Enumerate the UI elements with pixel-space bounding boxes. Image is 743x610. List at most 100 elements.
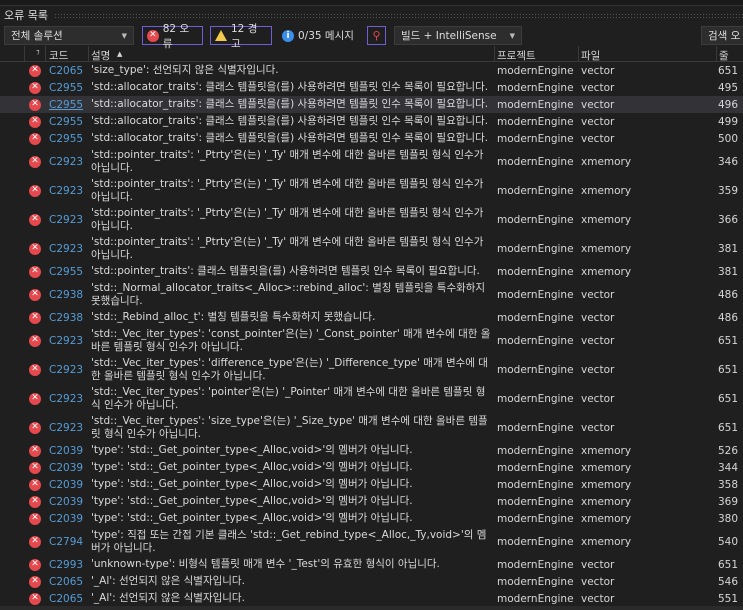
error-code-link[interactable]: C2039 — [49, 445, 83, 457]
line-cell: 500 — [717, 132, 738, 145]
scope-label: 전체 솔루션 — [11, 30, 63, 42]
file-cell: xmemory — [581, 265, 632, 278]
file-cell: vector — [581, 363, 615, 376]
column-divider[interactable] — [716, 46, 717, 62]
error-description: 'std::_Rebind_alloc_t': 별칭 템플릿을 특수화하지 못했… — [91, 311, 376, 323]
error-code-link[interactable]: C2039 — [49, 496, 83, 508]
line-cell: 499 — [717, 115, 738, 128]
search-input[interactable]: 검색 오 — [701, 26, 743, 45]
build-filter-dropdown[interactable]: 빌드 + IntelliSense ▼ — [394, 26, 522, 45]
line-cell: 551 — [717, 592, 738, 605]
project-cell: modernEngine — [497, 461, 574, 474]
table-row[interactable]: ✕ C2923 'std::_Vec_iter_types': 'size_ty… — [0, 413, 743, 442]
error-code-link[interactable]: C2039 — [49, 462, 83, 474]
error-code-link[interactable]: C2065 — [49, 593, 83, 605]
table-row[interactable]: ✕ C2955 'std::allocator_traits': 클래스 템플릿… — [0, 130, 743, 147]
sort-marker-icon[interactable]: ⁊ — [36, 48, 39, 56]
table-row[interactable]: ✕ C2938 'std::_Rebind_alloc_t': 별칭 템플릿을 … — [0, 309, 743, 326]
error-code-link[interactable]: C2794 — [49, 536, 83, 548]
project-cell: modernEngine — [497, 184, 574, 197]
table-row[interactable]: ✕ C2794 'type': 직접 또는 간접 기본 클래스 'std::_G… — [0, 527, 743, 556]
drag-grip[interactable] — [53, 12, 743, 18]
project-cell: modernEngine — [497, 535, 574, 548]
error-icon: ✕ — [29, 535, 41, 548]
table-row[interactable]: ✕ C2923 'std::pointer_traits': '_Ptrty'은… — [0, 176, 743, 205]
table-row[interactable]: ✕ C2955 'std::pointer_traits': 클래스 템플릿을(… — [0, 263, 743, 280]
table-row[interactable]: ✕ C2039 'type': 'std::_Get_pointer_type<… — [0, 493, 743, 510]
messages-filter-button[interactable]: i 0/35 메시지 — [282, 26, 354, 45]
column-divider[interactable] — [24, 46, 25, 62]
column-description[interactable]: 설명 — [91, 48, 110, 63]
error-code-link[interactable]: C2955 — [49, 82, 83, 94]
error-icon: ✕ — [29, 421, 41, 434]
error-code-link[interactable]: C2923 — [49, 243, 83, 255]
file-cell: vector — [581, 132, 615, 145]
error-code-link[interactable]: C2923 — [49, 393, 83, 405]
error-code-link[interactable]: C2938 — [49, 312, 83, 324]
error-code-link[interactable]: C2993 — [49, 559, 83, 571]
table-row[interactable]: ✕ C2923 'std::pointer_traits': '_Ptrty'은… — [0, 205, 743, 234]
file-cell: vector — [581, 64, 615, 77]
project-cell: modernEngine — [497, 64, 574, 77]
table-row[interactable]: ✕ C2039 'type': 'std::_Get_pointer_type<… — [0, 442, 743, 459]
column-code[interactable]: 코드 — [49, 48, 68, 63]
error-code-link[interactable]: C2938 — [49, 289, 83, 301]
project-cell: modernEngine — [497, 575, 574, 588]
table-row[interactable]: ✕ C2993 'unknown-type': 비형식 템플릿 매개 변수 '_… — [0, 556, 743, 573]
error-code-link[interactable]: C2065 — [49, 576, 83, 588]
error-icon: ✕ — [29, 495, 41, 508]
error-code-link[interactable]: C2923 — [49, 335, 83, 347]
table-row[interactable]: ✕ C2923 'std::_Vec_iter_types': 'pointer… — [0, 384, 743, 413]
column-file[interactable]: 파일 — [581, 48, 600, 63]
error-code-link[interactable]: C2065 — [49, 65, 83, 77]
line-cell: 526 — [717, 444, 738, 457]
column-divider[interactable] — [578, 46, 579, 62]
warning-icon — [215, 30, 227, 41]
warnings-filter-button[interactable]: 12 경고 — [210, 23, 272, 50]
project-cell: modernEngine — [497, 98, 574, 111]
error-code-link[interactable]: C2955 — [49, 266, 83, 278]
top-edge — [0, 0, 743, 6]
project-cell: modernEngine — [497, 421, 574, 434]
toolbar: 전체 솔루션 ▼ ✕ 82 오류 12 경고 i 0/35 메시지 ⚲ 빌드 + In… — [0, 23, 743, 50]
table-row[interactable]: ✕ C2955 'std::allocator_traits': 클래스 템플릿… — [0, 113, 743, 130]
column-divider[interactable] — [45, 46, 46, 62]
error-code-link[interactable]: C2039 — [49, 479, 83, 491]
error-code-link[interactable]: C2923 — [49, 214, 83, 226]
table-row[interactable]: ✕ C2923 'std::pointer_traits': '_Ptrty'은… — [0, 234, 743, 263]
column-project[interactable]: 프로젝트 — [497, 48, 536, 63]
column-line[interactable]: 줄 — [719, 48, 729, 63]
table-row[interactable]: ✕ C2039 'type': 'std::_Get_pointer_type<… — [0, 476, 743, 493]
filter-button[interactable]: ⚲ — [367, 26, 386, 45]
error-description: 'std::allocator_traits': 클래스 템플릿을(를) 사용하… — [91, 81, 489, 93]
error-icon: ✕ — [29, 288, 41, 301]
line-cell: 380 — [717, 512, 738, 525]
error-code-link[interactable]: C2955 — [49, 116, 83, 128]
error-code-link[interactable]: C2039 — [49, 513, 83, 525]
error-code-link[interactable]: C2923 — [49, 422, 83, 434]
error-code-link[interactable]: C2923 — [49, 364, 83, 376]
table-row[interactable]: ✕ C2938 'std::_Normal_allocator_traits<_… — [0, 280, 743, 309]
error-code-link[interactable]: C2955 — [49, 133, 83, 145]
table-row[interactable]: ✕ C2039 'type': 'std::_Get_pointer_type<… — [0, 459, 743, 476]
file-cell: xmemory — [581, 512, 632, 525]
column-divider[interactable] — [88, 46, 89, 62]
scope-dropdown[interactable]: 전체 솔루션 ▼ — [4, 26, 134, 45]
table-row[interactable]: ✕ C2955 'std::allocator_traits': 클래스 템플릿… — [0, 96, 743, 113]
column-divider[interactable] — [494, 46, 495, 62]
error-description: '_Al': 선언되지 않은 식별자입니다. — [91, 575, 245, 587]
table-row[interactable]: ✕ C2039 'type': 'std::_Get_pointer_type<… — [0, 510, 743, 527]
table-row[interactable]: ✕ C2923 'std::pointer_traits': '_Ptrty'은… — [0, 147, 743, 176]
table-row[interactable]: ✕ C2065 'size_type': 선언되지 않은 식별자입니다. mod… — [0, 62, 743, 79]
project-cell: modernEngine — [497, 558, 574, 571]
table-row[interactable]: ✕ C2923 'std::_Vec_iter_types': 'const_p… — [0, 326, 743, 355]
error-code-link[interactable]: C2955 — [49, 99, 83, 111]
table-row[interactable]: ✕ C2065 '_Al': 선언되지 않은 식별자입니다. modernEng… — [0, 573, 743, 590]
error-code-link[interactable]: C2923 — [49, 185, 83, 197]
line-cell: 486 — [717, 288, 738, 301]
error-code-link[interactable]: C2923 — [49, 156, 83, 168]
table-row[interactable]: ✕ C2923 'std::_Vec_iter_types': 'differe… — [0, 355, 743, 384]
errors-filter-button[interactable]: ✕ 82 오류 — [142, 23, 203, 50]
table-row[interactable]: ✕ C2065 '_Al': 선언되지 않은 식별자입니다. modernEng… — [0, 590, 743, 607]
table-row[interactable]: ✕ C2955 'std::allocator_traits': 클래스 템플릿… — [0, 79, 743, 96]
